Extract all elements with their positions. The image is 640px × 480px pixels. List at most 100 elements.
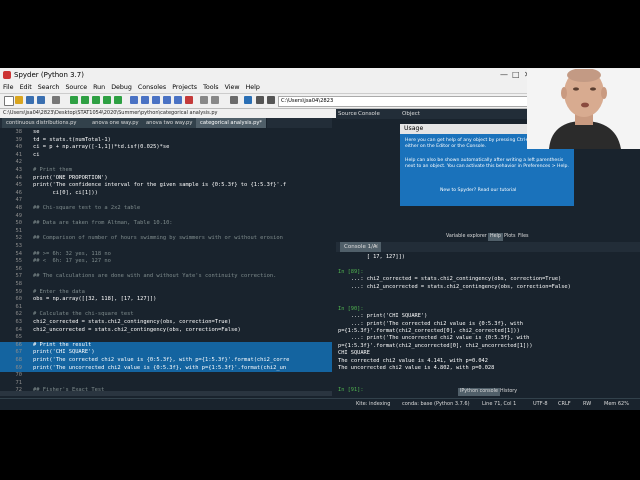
run-cell-icon[interactable] (81, 96, 89, 104)
menu-edit[interactable]: Edit (20, 84, 32, 91)
code-line[interactable]: 70 (0, 372, 332, 380)
python-path-icon[interactable] (244, 96, 252, 104)
code-line[interactable]: 44 print('ONE PROPORTION') (0, 175, 332, 183)
save-icon[interactable] (26, 96, 34, 104)
help-console-select[interactable]: Console (358, 109, 380, 119)
tab-files[interactable]: Files (518, 233, 529, 241)
working-directory-input[interactable]: C:\Users\jsa04\2823 (278, 96, 542, 107)
code-line[interactable]: 49 (0, 213, 332, 221)
line-number: 48 (15, 205, 23, 211)
code-line[interactable]: 55 ## < 6h: 17 yes, 127 no (0, 258, 332, 266)
code-line[interactable]: 64 chi2_uncorrected = stats.chi2_continge… (0, 327, 332, 335)
run-icon[interactable] (70, 96, 78, 104)
code-line[interactable]: 69 print('The uncorrected chi2 value is {… (0, 364, 332, 373)
code-line[interactable]: 71 (0, 380, 332, 388)
console-line: In [90]: (338, 305, 364, 312)
code-line[interactable]: 60 obs = np.array([[32, 118], [17, 127]]) (0, 296, 332, 304)
new-file-icon[interactable] (4, 96, 14, 106)
code-line[interactable]: 57 ## The calculations are done with and … (0, 273, 332, 281)
back-icon[interactable] (52, 96, 60, 104)
code-line[interactable]: 53 (0, 243, 332, 251)
code-line[interactable]: 68 print('The corrected chi2 value is {0:… (0, 357, 332, 365)
tab-ipython-console[interactable]: IPython console (458, 388, 500, 396)
menu-projects[interactable]: Projects (172, 84, 197, 91)
code-line[interactable]: 67 print('CHI SQUARE') (0, 349, 332, 357)
fullscreen-icon[interactable] (211, 96, 219, 104)
menu-run[interactable]: Run (93, 84, 105, 91)
code-line[interactable]: 46 ci[0], ci[1])) (0, 190, 332, 198)
continue-icon[interactable] (174, 96, 182, 104)
tab-categorical-analysis[interactable]: categorical analysis.py* (196, 118, 267, 128)
code-text: ## < 6h: 17 yes, 127 no (33, 258, 111, 265)
tab-anova-two-way[interactable]: anova two way.py (142, 118, 201, 128)
save-all-icon[interactable] (37, 96, 45, 104)
open-folder-icon[interactable] (15, 96, 23, 104)
menu-debug[interactable]: Debug (111, 84, 132, 91)
line-number: 58 (15, 281, 23, 287)
code-text: ci (33, 151, 40, 158)
code-line[interactable]: 58 (0, 281, 332, 289)
code-line[interactable]: 56 (0, 266, 332, 274)
run-line-icon[interactable] (114, 96, 122, 104)
code-line[interactable]: 48 ## Chi-square test to a 2x2 table (0, 205, 332, 213)
preferences-icon[interactable] (230, 96, 238, 104)
code-line[interactable]: 66 # Print the result (0, 341, 332, 350)
menu-help[interactable]: Help (246, 84, 260, 91)
tab-plots[interactable]: Plots (504, 233, 516, 241)
tab-continuous-distributions[interactable]: continuous distributions.py (2, 118, 95, 128)
maximize-pane-icon[interactable] (200, 96, 208, 104)
code-line[interactable]: 45 print('The confidence interval for the… (0, 182, 332, 190)
run-cell-advance-icon[interactable] (92, 96, 100, 104)
tab-variable-explorer[interactable]: Variable explorer (446, 233, 487, 241)
code-text: # Print the result (33, 341, 92, 348)
menu-tools[interactable]: Tools (203, 84, 219, 91)
stop-debug-icon[interactable] (185, 96, 193, 104)
code-line[interactable]: 63 chi2_corrected = stats.chi2_contingenc… (0, 319, 332, 327)
editor-horizontal-scrollbar[interactable] (0, 391, 332, 396)
code-line[interactable]: 38 se (0, 129, 332, 137)
menu-source[interactable]: Source (65, 84, 87, 91)
menu-search[interactable]: Search (38, 84, 60, 91)
minimize-icon[interactable]: — (500, 68, 508, 82)
menu-view[interactable]: View (225, 84, 240, 91)
step-into-icon[interactable] (152, 96, 160, 104)
code-line[interactable]: 54 ## >= 6h: 32 yes, 118 no (0, 251, 332, 259)
code-line[interactable]: 59 # Enter the data (0, 289, 332, 297)
code-line[interactable]: 51 (0, 228, 332, 236)
menu-consoles[interactable]: Consoles (138, 84, 166, 91)
code-text: ## The calculations are done with and wi… (33, 273, 277, 280)
tutorial-link[interactable]: New to Spyder? Read our tutorial (440, 188, 605, 194)
code-line[interactable]: 52 ## Comparison of number of hours swimm… (0, 235, 332, 243)
code-line[interactable]: 47 (0, 197, 332, 205)
code-line[interactable]: 40 ci = p + np.array([-1,1])*td.isf(0.025… (0, 144, 332, 152)
nav-back-icon[interactable] (256, 96, 264, 104)
tab-help[interactable]: Help (488, 233, 503, 241)
code-line[interactable]: 43 # Print them (0, 167, 332, 175)
code-line[interactable]: 65 (0, 334, 332, 342)
menu-file[interactable]: File (3, 84, 14, 91)
code-line[interactable]: 62 # Calculate the chi-square test (0, 311, 332, 319)
maximize-icon[interactable]: □ (512, 68, 520, 82)
code-editor[interactable]: 38 se 39 td = stats.t(numTotal-1) 40 ci = p +… (0, 129, 332, 391)
nav-forward-icon[interactable] (267, 96, 275, 104)
line-number: 70 (15, 372, 23, 379)
code-text: chi2_uncorrected = stats.chi2_contingenc… (33, 326, 241, 333)
console-tab-close-icon[interactable]: ✕ (374, 242, 379, 252)
code-line[interactable]: 50 ## Data are taken from Altman, Table 1… (0, 220, 332, 228)
code-text: print('ONE PROPORTION') (33, 174, 108, 181)
line-number: 60 (15, 296, 23, 303)
tab-anova-one-way[interactable]: anova one way.py (88, 118, 147, 128)
step-return-icon[interactable] (163, 96, 171, 104)
webcam-overlay (527, 69, 640, 149)
code-text: ## Chi-square test to a 2x2 table (33, 205, 141, 211)
code-line[interactable]: 39 td = stats.t(numTotal-1) (0, 137, 332, 145)
code-line[interactable]: 42 (0, 159, 332, 167)
tab-history[interactable]: History (500, 388, 517, 396)
step-icon[interactable] (141, 96, 149, 104)
debug-icon[interactable] (130, 96, 138, 104)
code-line[interactable]: 41 ci (0, 152, 332, 160)
run-selection-icon[interactable] (103, 96, 111, 104)
code-line[interactable]: 61 (0, 304, 332, 312)
